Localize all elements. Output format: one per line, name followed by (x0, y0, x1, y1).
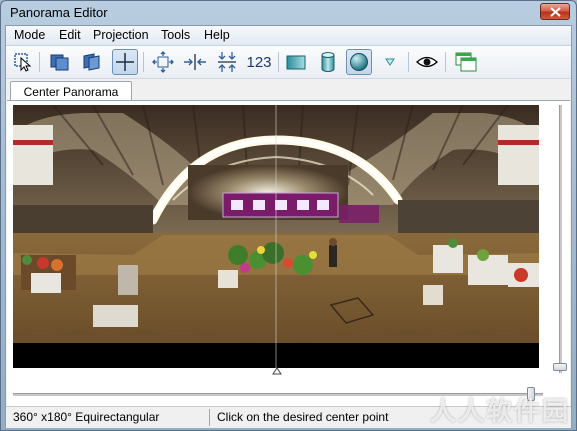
toolbar-separator (143, 52, 144, 72)
panorama-panel (7, 100, 570, 407)
menu-help[interactable]: Help (202, 28, 232, 42)
center-vertical-button[interactable] (214, 49, 240, 75)
rectilinear-projection-icon (286, 55, 306, 70)
toolbar-separator (445, 52, 446, 72)
panorama-image (13, 105, 539, 368)
status-projection: 360° x180° Equirectangular (13, 410, 160, 424)
panorama-canvas[interactable] (13, 105, 539, 368)
images-mode-icon (50, 54, 69, 71)
vertical-slider[interactable] (553, 105, 567, 373)
fit-icon (152, 51, 174, 73)
fit-button[interactable] (150, 49, 176, 75)
images-mode-button[interactable] (47, 49, 73, 75)
crosshair-mode-icon (116, 53, 134, 71)
layers-mode-button[interactable] (79, 49, 105, 75)
client-area: Mode Edit Projection Tools Help 123 Cent… (5, 25, 572, 428)
menu-projection[interactable]: Projection (91, 28, 151, 42)
menu-tools[interactable]: Tools (159, 28, 192, 42)
tab-strip: Center Panorama (6, 79, 571, 102)
select-mode-button[interactable] (10, 49, 36, 75)
windows-icon (455, 52, 477, 72)
rectilinear-projection-button[interactable] (283, 49, 309, 75)
status-divider (209, 409, 210, 426)
numbers-icon: 123 (246, 53, 272, 71)
projection-dropdown-icon (385, 58, 395, 66)
spherical-projection-icon (350, 53, 368, 71)
preview-eye-icon (416, 56, 438, 68)
close-button[interactable] (540, 3, 570, 20)
window-title: Panorama Editor (10, 5, 108, 20)
center-horizontal-button[interactable] (182, 49, 208, 75)
spherical-projection-button[interactable] (346, 49, 372, 75)
tab-center-panorama[interactable]: Center Panorama (10, 81, 132, 102)
toolbar: 123 (6, 46, 571, 79)
menu-mode[interactable]: Mode (12, 28, 47, 42)
center-marker-icon (272, 367, 282, 375)
title-bar[interactable]: Panorama Editor (1, 1, 576, 25)
watermark: 人人软件园 (429, 397, 570, 427)
center-vertical-icon (218, 52, 236, 72)
toolbar-separator (278, 52, 279, 72)
layers-mode-icon (83, 53, 100, 71)
select-mode-icon (14, 53, 32, 72)
toolbar-separator (39, 52, 40, 72)
menu-edit[interactable]: Edit (57, 28, 83, 42)
numbers-button[interactable]: 123 (243, 49, 275, 75)
toolbar-separator (408, 52, 409, 72)
app-window: Panorama Editor Mode Edit Projection Too… (0, 0, 577, 431)
menu-bar: Mode Edit Projection Tools Help (6, 26, 571, 46)
cylindrical-projection-icon (321, 52, 335, 72)
crosshair-mode-button[interactable] (112, 49, 138, 75)
center-horizontal-icon (184, 54, 206, 70)
projection-dropdown-button[interactable] (377, 49, 403, 75)
preview-button[interactable] (414, 49, 440, 75)
vertical-slider-thumb[interactable] (553, 363, 567, 371)
close-icon (550, 7, 561, 17)
vertical-slider-track (559, 105, 562, 373)
windows-button[interactable] (453, 49, 479, 75)
cylindrical-projection-button[interactable] (315, 49, 341, 75)
